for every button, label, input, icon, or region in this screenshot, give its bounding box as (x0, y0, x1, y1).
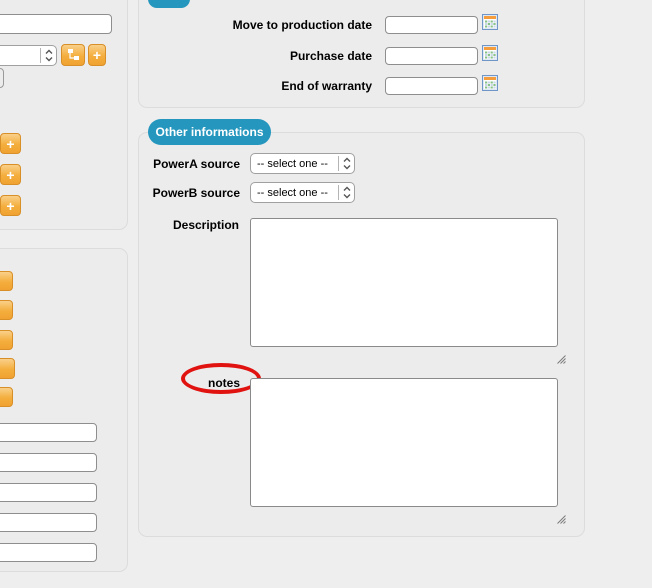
dates-section-tab (148, 0, 190, 8)
sidebar-field[interactable] (0, 423, 97, 442)
plus-button[interactable]: + (0, 133, 21, 154)
chevron-updown-icon (339, 186, 354, 199)
add-child-tree-button[interactable] (61, 44, 85, 66)
sidebar-text-input[interactable] (0, 14, 112, 34)
sidebar-field[interactable] (0, 453, 97, 472)
plus-button[interactable] (0, 300, 13, 320)
notes-textarea[interactable] (250, 378, 558, 507)
sidebar-field[interactable] (0, 513, 97, 532)
field-label: PowerA source (153, 157, 240, 171)
field-label: Purchase date (289, 49, 372, 63)
plus-button[interactable]: + (0, 195, 21, 216)
sidebar-field[interactable] (0, 483, 97, 502)
sidebar-field[interactable] (0, 543, 97, 562)
field-label: Move to production date (232, 18, 372, 32)
sidebar-partial-control[interactable] (0, 68, 4, 88)
plus-button[interactable] (0, 271, 13, 291)
plus-button[interactable] (0, 330, 13, 350)
resize-grip-icon[interactable] (557, 511, 566, 524)
move-to-production-date-input[interactable] (385, 16, 478, 34)
page: + + + + Move to production date Purchase… (0, 0, 652, 588)
add-button[interactable]: + (88, 44, 106, 66)
chevron-updown-icon (41, 49, 56, 62)
powera-source-select[interactable]: -- select one -- (250, 153, 355, 174)
end-of-warranty-input[interactable] (385, 77, 478, 95)
plus-button[interactable]: + (0, 164, 21, 185)
resize-grip-icon[interactable] (557, 351, 566, 364)
select-value: -- select one -- (257, 157, 328, 170)
chevron-updown-icon (339, 157, 354, 170)
field-label: PowerB source (152, 186, 240, 200)
field-label: End of warranty (281, 79, 372, 93)
select-value: -- select one -- (257, 186, 328, 199)
purchase-date-input[interactable] (385, 47, 478, 65)
plus-button[interactable] (0, 387, 13, 407)
powerb-source-select[interactable]: -- select one -- (250, 182, 355, 203)
tree-hierarchy-icon (67, 48, 80, 63)
sidebar-select[interactable] (0, 45, 57, 66)
field-label: Description (172, 218, 239, 232)
description-textarea[interactable] (250, 218, 558, 347)
notes-annotation-ellipse (181, 363, 261, 394)
calendar-icon[interactable] (482, 75, 498, 91)
calendar-icon[interactable] (482, 14, 498, 30)
calendar-icon[interactable] (482, 45, 498, 61)
plus-button[interactable] (0, 358, 15, 379)
other-informations-tab: Other informations (148, 119, 271, 145)
